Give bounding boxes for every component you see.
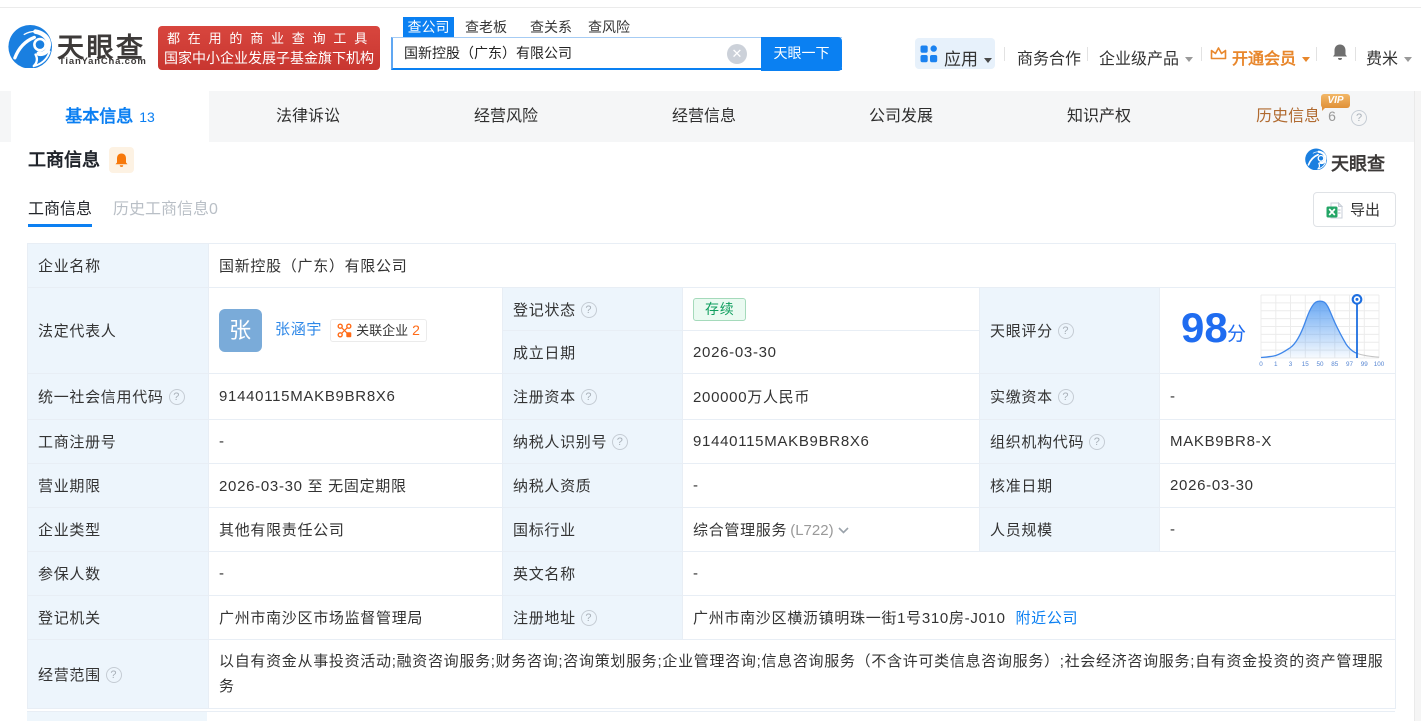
svg-text:99: 99 xyxy=(1361,361,1369,368)
svg-text:50: 50 xyxy=(1316,361,1324,368)
svg-text:3: 3 xyxy=(1289,361,1293,368)
svg-text:100: 100 xyxy=(1374,361,1385,368)
svg-text:0: 0 xyxy=(1259,361,1263,368)
svg-text:85: 85 xyxy=(1331,361,1339,368)
svg-text:1: 1 xyxy=(1274,361,1278,368)
svg-text:15: 15 xyxy=(1302,361,1310,368)
svg-text:97: 97 xyxy=(1346,361,1354,368)
